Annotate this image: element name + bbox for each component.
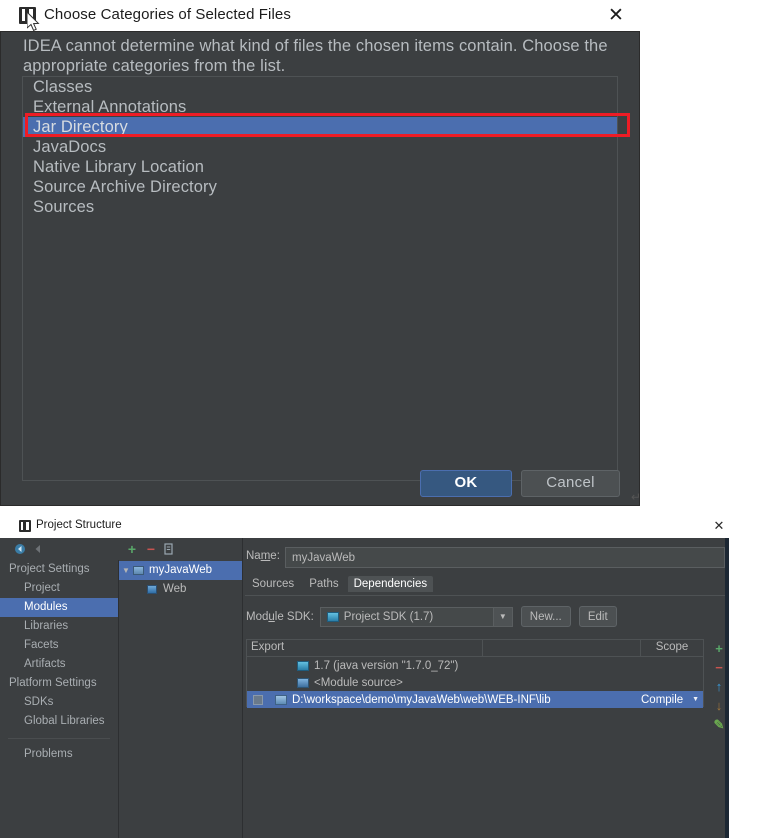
sidebar-group-project-settings: Project Settings xyxy=(9,563,90,575)
web-facet-icon xyxy=(147,584,159,595)
table-header: Export Scope xyxy=(247,640,703,657)
table-row[interactable]: D:\workspace\demo\myJavaWeb\web\WEB-INF\… xyxy=(247,691,703,708)
sidebar-divider xyxy=(8,738,110,739)
dependency-label: <Module source> xyxy=(314,676,403,689)
dialog-right-border xyxy=(725,538,727,838)
name-row: Name: xyxy=(243,547,725,569)
intellij-idea-icon xyxy=(19,7,36,24)
list-item-jar-directory[interactable]: Jar Directory xyxy=(23,117,617,137)
module-source-icon xyxy=(297,677,309,688)
chevron-down-icon[interactable]: ▼ xyxy=(119,561,133,580)
export-checkbox[interactable] xyxy=(253,694,263,705)
project-structure-title: Project Structure xyxy=(36,519,122,531)
tree-row[interactable]: ▼ myJavaWeb xyxy=(119,561,242,580)
sidebar-item-project[interactable]: Project xyxy=(0,579,118,598)
dialog-body: IDEA cannot determine what kind of files… xyxy=(0,31,640,506)
table-row[interactable]: 1.7 (java version "1.7.0_72") xyxy=(247,657,703,674)
edit-sdk-button[interactable]: Edit xyxy=(578,606,617,627)
choose-categories-dialog: Choose Categories of Selected Files ✕ ID… xyxy=(0,0,642,506)
dependency-label: D:\workspace\demo\myJavaWeb\web\WEB-INF\… xyxy=(292,693,551,706)
copy-module-button[interactable] xyxy=(162,542,176,556)
ok-button[interactable]: OK xyxy=(420,470,512,497)
module-sdk-label: Module SDK: xyxy=(246,610,314,623)
chevron-down-icon[interactable]: ▼ xyxy=(492,607,512,626)
list-item-javadocs[interactable]: JavaDocs xyxy=(23,137,617,157)
tree-item-label: Web xyxy=(163,583,187,595)
modules-tree[interactable]: ▼ myJavaWeb Web xyxy=(119,561,242,838)
add-module-button[interactable]: + xyxy=(125,542,139,556)
new-sdk-button[interactable]: New... xyxy=(520,606,571,627)
dialog-title-bar: Choose Categories of Selected Files ✕ xyxy=(0,0,640,31)
column-header-scope: Scope xyxy=(655,641,689,653)
tab-paths[interactable]: Paths xyxy=(303,576,344,592)
dependencies-table[interactable]: Export Scope 1.7 (java version "1.7.0_72… xyxy=(246,639,704,708)
tree-row[interactable]: Web xyxy=(119,580,242,599)
tree-item-label: myJavaWeb xyxy=(149,564,213,576)
chevron-down-icon[interactable]: ▼ xyxy=(692,696,699,703)
dialog-button-bar: OK Cancel xyxy=(1,470,641,507)
paragraph-mark: ↵ xyxy=(631,490,642,504)
list-item-native-library-location[interactable]: Native Library Location xyxy=(23,157,617,177)
folder-icon xyxy=(275,694,287,705)
list-item-external-annotations[interactable]: External Annotations xyxy=(23,97,617,117)
modules-panel: + − ▼ myJavaWeb Web xyxy=(119,538,243,838)
module-icon xyxy=(133,565,145,576)
scope-value: Compile xyxy=(641,693,684,706)
forward-arrow-icon[interactable] xyxy=(32,543,44,555)
sdk-icon xyxy=(326,611,339,622)
project-structure-dialog: Project Structure ✕ Project Settings Pro… xyxy=(0,516,729,838)
module-sdk-select[interactable]: Project SDK (1.7) ▼ xyxy=(319,606,513,627)
scope-cell[interactable]: Compile ▼ xyxy=(641,694,703,706)
project-structure-body: Project Settings Project Modules Librari… xyxy=(0,538,729,838)
sidebar-item-libraries[interactable]: Libraries xyxy=(0,617,118,636)
close-icon[interactable]: ✕ xyxy=(712,519,726,533)
close-icon[interactable]: ✕ xyxy=(606,6,626,26)
intellij-idea-icon xyxy=(19,520,31,532)
back-arrow-icon[interactable] xyxy=(14,543,26,555)
dependency-label: 1.7 (java version "1.7.0_72") xyxy=(314,659,459,672)
categories-list[interactable]: Classes External Annotations Jar Directo… xyxy=(22,76,618,481)
screenshot-root: Choose Categories of Selected Files ✕ ID… xyxy=(0,0,771,838)
sdk-icon xyxy=(297,660,309,671)
sidebar-group-platform-settings: Platform Settings xyxy=(9,677,97,689)
sidebar-item-artifacts[interactable]: Artifacts xyxy=(0,655,118,674)
module-sdk-row: Module SDK: Project SDK (1.7) ▼ New... E… xyxy=(246,606,617,627)
module-sdk-value: Project SDK (1.7) xyxy=(343,610,434,623)
navigation-toolbar xyxy=(0,538,119,560)
sidebar-item-sdks[interactable]: SDKs xyxy=(0,693,118,712)
project-structure-sidebar: Project Settings Project Modules Librari… xyxy=(0,560,119,838)
table-row[interactable]: <Module source> xyxy=(247,674,703,691)
sidebar-item-global-libraries[interactable]: Global Libraries xyxy=(0,712,118,731)
cancel-button[interactable]: Cancel xyxy=(521,470,620,497)
dialog-title: Choose Categories of Selected Files xyxy=(44,6,291,23)
export-checkbox-cell[interactable] xyxy=(247,694,269,705)
dependencies-toolbar: + − ↑ ↓ ✎ xyxy=(711,639,731,734)
list-item-source-archive-directory[interactable]: Source Archive Directory xyxy=(23,177,617,197)
sidebar-item-problems[interactable]: Problems xyxy=(0,745,118,764)
project-structure-title-bar: Project Structure xyxy=(0,516,729,538)
tab-divider xyxy=(245,595,725,596)
dialog-message: IDEA cannot determine what kind of files… xyxy=(23,37,608,75)
name-input[interactable] xyxy=(285,547,725,568)
column-header-spacer xyxy=(483,640,641,656)
list-item-classes[interactable]: Classes xyxy=(23,77,617,97)
name-label: Name: xyxy=(246,550,280,562)
list-item-sources[interactable]: Sources xyxy=(23,197,617,217)
module-tabs: Sources Paths Dependencies xyxy=(246,576,434,592)
column-header-export: Export xyxy=(247,640,483,656)
modules-toolbar: + − xyxy=(119,538,243,560)
tab-dependencies[interactable]: Dependencies xyxy=(347,576,434,592)
module-editor-panel: Name: Sources Paths Dependencies Module … xyxy=(243,538,725,838)
tab-sources[interactable]: Sources xyxy=(246,576,300,592)
remove-module-button[interactable]: − xyxy=(144,542,158,556)
sidebar-item-modules[interactable]: Modules xyxy=(0,598,118,617)
sidebar-item-facets[interactable]: Facets xyxy=(0,636,118,655)
